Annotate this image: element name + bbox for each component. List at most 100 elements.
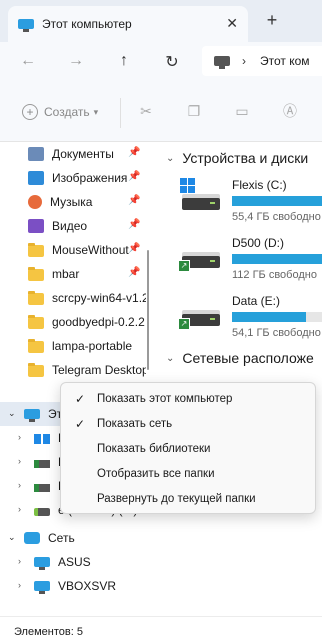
drive-free-space: 112 ГБ свободно — [232, 269, 317, 281]
windows-logo-icon — [180, 178, 196, 194]
back-icon[interactable]: ← — [18, 52, 38, 70]
tab-bar: Этот компьютер ✕ + — [0, 0, 322, 42]
share-icon: ↗ — [178, 260, 190, 272]
status-bar: Элементов: 5 — [0, 616, 322, 644]
menu-item-show-libraries[interactable]: Показать библиотеки — [65, 437, 313, 461]
sidebar-item-asus[interactable]: ASUS — [34, 550, 134, 574]
flexis-drive-icon — [34, 434, 50, 444]
create-label: Создать — [44, 105, 90, 119]
pin-icon: 📌 — [128, 171, 141, 182]
folder-icon — [28, 362, 44, 377]
chevron-right-icon[interactable]: › — [18, 432, 21, 442]
folder-icon — [28, 338, 44, 353]
pin-icon: 📌 — [128, 195, 141, 206]
sidebar-item-vboxsvr[interactable]: VBOXSVR — [34, 574, 134, 598]
computer-icon — [34, 557, 50, 570]
pin-icon: 📌 — [128, 243, 141, 254]
sidebar-item-scrcpy[interactable]: scrcpy-win64-v1.2 — [28, 286, 146, 310]
menu-item-show-this-pc[interactable]: ✓ Показать этот компьютер — [65, 387, 313, 411]
navigation-pane-scrollbar[interactable] — [147, 250, 149, 370]
folder-icon — [28, 266, 44, 281]
breadcrumb-this-pc[interactable]: Этот ком — [260, 54, 310, 68]
check-icon: ✓ — [75, 392, 86, 406]
section-devices-and-drives[interactable]: ⌄ Устройства и диски — [166, 150, 308, 166]
sidebar-item-goodbyedpi[interactable]: goodbyedpi-0.2.2 — [28, 310, 146, 334]
drive-e[interactable]: ↗ Data (E:) 54,1 ГБ свободно — [178, 294, 322, 348]
sidebar-item-lampa-portable[interactable]: lampa-portable — [28, 334, 146, 358]
drive-free-space: 54,1 ГБ свободно — [232, 327, 321, 339]
network-icon — [24, 532, 40, 544]
cut-icon[interactable]: ✂ — [137, 102, 155, 120]
navigation-pane: Документы 📌 Изображения 📌 Музыка 📌 Видео… — [0, 142, 152, 616]
breadcrumb-separator: › — [242, 54, 246, 68]
up-icon[interactable]: ↑ — [114, 52, 134, 70]
tab-title: Этот компьютер — [42, 17, 132, 31]
address-bar[interactable]: › Этот ком — [202, 46, 322, 76]
menu-item-expand-to-current-folder[interactable]: Развернуть до текущей папки — [65, 487, 313, 511]
rename-icon[interactable]: Ⓐ — [281, 102, 299, 120]
drive-free-space: 55,4 ГБ свободно — [232, 211, 321, 223]
drive-icon — [34, 508, 50, 516]
computer-icon — [214, 56, 230, 69]
computer-icon — [24, 409, 40, 422]
pin-icon: 📌 — [128, 147, 141, 158]
section-title-devices: Устройства и диски — [182, 150, 309, 166]
network-drive-icon — [34, 484, 50, 492]
drive-usage-bar — [232, 312, 322, 322]
folder-icon — [28, 314, 44, 329]
refresh-icon[interactable]: ↻ — [162, 52, 182, 72]
chevron-down-icon: ⌄ — [166, 152, 175, 164]
section-title-network: Сетевые расположе — [182, 350, 314, 366]
sidebar-item-network[interactable]: Сеть — [24, 526, 124, 550]
new-tab-button[interactable]: + — [262, 10, 282, 31]
menu-item-show-network[interactable]: ✓ Показать сеть — [65, 412, 313, 436]
paste-icon[interactable]: ▭ — [233, 102, 251, 120]
pin-icon: 📌 — [128, 219, 141, 230]
system-drive-icon — [178, 178, 224, 216]
create-button[interactable]: + Создать ▾ — [22, 104, 98, 120]
command-bar: + Создать ▾ ✂ ❐ ▭ Ⓐ — [0, 82, 322, 142]
drive-d[interactable]: ↗ D500 (D:) 112 ГБ свободно — [178, 236, 322, 290]
shared-drive-icon: ↗ — [178, 244, 224, 274]
check-icon: ✓ — [75, 417, 86, 431]
section-network-locations[interactable]: ⌄ Сетевые расположе — [166, 350, 314, 366]
computer-icon — [18, 19, 34, 32]
toolbar-divider — [120, 98, 121, 128]
close-tab-icon[interactable]: ✕ — [226, 15, 238, 32]
navigation-pane-context-menu: ✓ Показать этот компьютер ✓ Показать сет… — [60, 382, 316, 514]
share-icon: ↗ — [178, 318, 190, 330]
chevron-right-icon[interactable]: › — [18, 456, 21, 466]
folder-icon — [28, 242, 44, 257]
sidebar-item-this-pc[interactable]: Эт — [24, 402, 64, 426]
pin-icon: 📌 — [128, 267, 141, 278]
drive-name: Flexis (C:) — [232, 178, 287, 192]
documents-icon — [28, 147, 44, 161]
forward-icon[interactable]: → — [66, 52, 86, 70]
chevron-right-icon[interactable]: › — [18, 580, 21, 590]
chevron-down-icon: ▾ — [93, 106, 99, 117]
chevron-down-icon[interactable]: ⌄ — [8, 532, 16, 543]
menu-item-show-all-folders[interactable]: Отобразить все папки — [65, 462, 313, 486]
folder-icon — [28, 290, 44, 305]
video-icon — [28, 219, 44, 233]
tab-this-pc[interactable]: Этот компьютер ✕ — [8, 6, 248, 42]
chevron-right-icon[interactable]: › — [18, 556, 21, 566]
drive-name: D500 (D:) — [232, 236, 285, 250]
copy-icon[interactable]: ❐ — [185, 102, 203, 120]
shared-drive-icon: ↗ — [178, 302, 224, 332]
drive-usage-bar — [232, 254, 322, 264]
items-count: Элементов: 5 — [14, 626, 83, 638]
chevron-down-icon[interactable]: ⌄ — [8, 408, 16, 419]
sidebar-item-telegram-desktop[interactable]: Telegram Desktop — [28, 358, 146, 382]
navigation-bar: ← → ↑ ↻ › Этот ком — [0, 42, 322, 82]
drive-name: Data (E:) — [232, 294, 281, 308]
drive-c[interactable]: Flexis (C:) 55,4 ГБ свободно — [178, 178, 322, 232]
chevron-right-icon[interactable]: › — [18, 480, 21, 490]
content-pane: ⌄ Устройства и диски Flexis (C:) 55,4 ГБ… — [156, 142, 322, 616]
chevron-right-icon[interactable]: › — [18, 504, 21, 514]
plus-icon: + — [22, 104, 38, 120]
pictures-icon — [28, 171, 44, 185]
network-drive-icon — [34, 460, 50, 468]
computer-icon — [34, 581, 50, 594]
chevron-down-icon: ⌄ — [166, 352, 175, 364]
